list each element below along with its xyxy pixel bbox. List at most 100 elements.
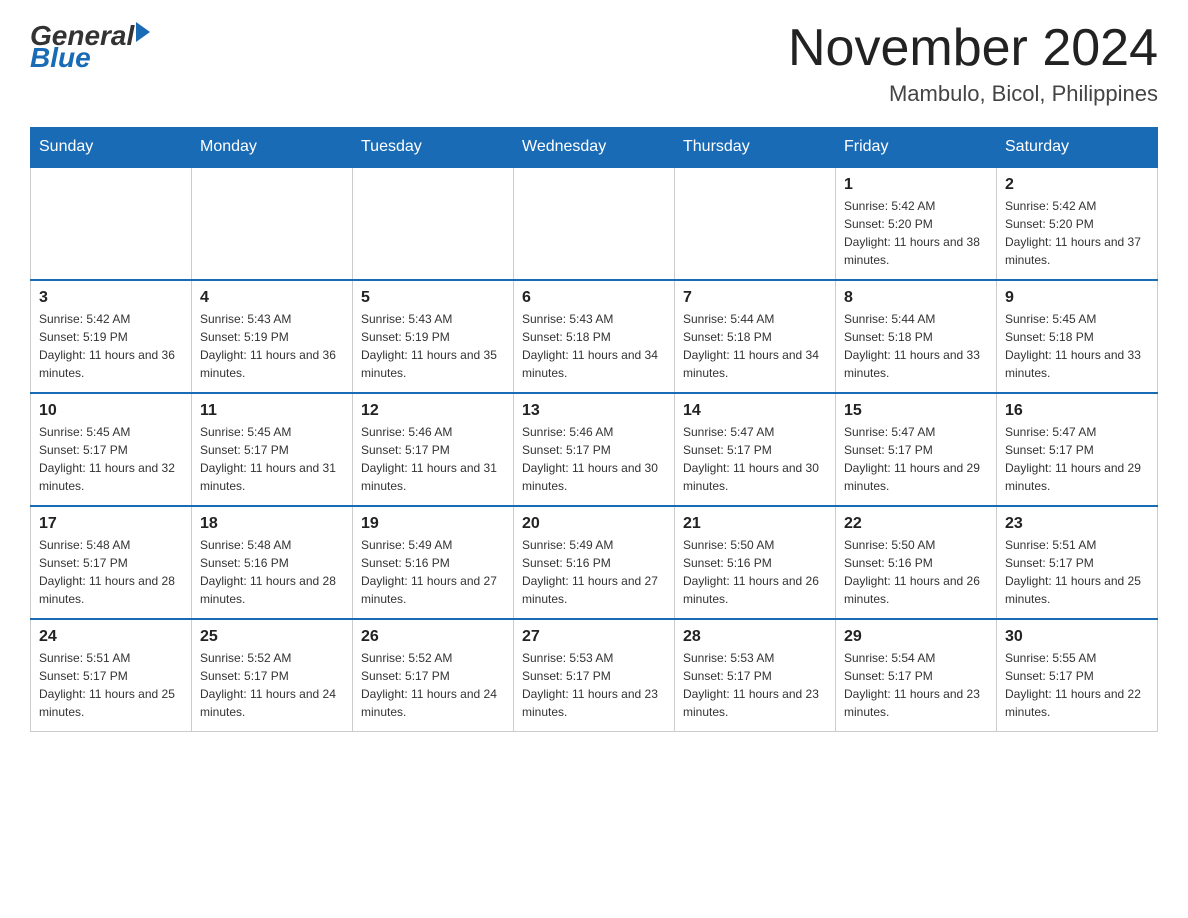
day-info: Sunrise: 5:44 AMSunset: 5:18 PMDaylight:… <box>683 310 827 382</box>
day-info: Sunrise: 5:43 AMSunset: 5:18 PMDaylight:… <box>522 310 666 382</box>
col-saturday: Saturday <box>997 128 1158 168</box>
day-cell: 3 Sunrise: 5:42 AMSunset: 5:19 PMDaylight… <box>31 280 192 393</box>
day-info: Sunrise: 5:50 AMSunset: 5:16 PMDaylight:… <box>683 536 827 608</box>
day-number: 15 <box>844 402 988 420</box>
day-cell: 26Sunrise: 5:52 AMSunset: 5:17 PMDayligh… <box>353 619 514 732</box>
week-row-4: 17 Sunrise: 5:48 AMSunset: 5:17 PMDayligh… <box>31 506 1158 619</box>
day-number: 8 <box>844 289 988 307</box>
day-number: 12 <box>361 402 505 420</box>
day-info: Sunrise: 5:46 AMSunset: 5:17 PMDaylight:… <box>361 423 505 495</box>
day-number: 3 <box>39 289 183 307</box>
day-cell: 28 Sunrise: 5:53 AMSunset: 5:17 PMDayligh… <box>675 619 836 732</box>
calendar-table: Sunday Monday Tuesday Wednesday Thursday… <box>30 127 1158 732</box>
week-row-1: 1 Sunrise: 5:42 AMSunset: 5:20 PMDaylight… <box>31 167 1158 280</box>
day-number: 2 <box>1005 176 1149 194</box>
month-title: November 2024 <box>788 20 1158 77</box>
day-info: Sunrise: 5:43 AMSunset: 5:19 PMDaylight:… <box>200 310 344 382</box>
day-cell <box>192 167 353 280</box>
day-cell: 1 Sunrise: 5:42 AMSunset: 5:20 PMDaylight… <box>836 167 997 280</box>
day-number: 1 <box>844 176 988 194</box>
day-cell: 18 Sunrise: 5:48 AMSunset: 5:16 PMDayligh… <box>192 506 353 619</box>
day-number: 24 <box>39 628 183 646</box>
day-number: 17 <box>39 515 183 533</box>
calendar-body: 1 Sunrise: 5:42 AMSunset: 5:20 PMDaylight… <box>31 167 1158 732</box>
location-subtitle: Mambulo, Bicol, Philippines <box>788 81 1158 107</box>
day-info: Sunrise: 5:53 AMSunset: 5:17 PMDaylight:… <box>683 649 827 721</box>
header: General Blue November 2024 Mambulo, Bico… <box>30 20 1158 107</box>
day-cell: 13 Sunrise: 5:46 AMSunset: 5:17 PMDayligh… <box>514 393 675 506</box>
day-cell: 4Sunrise: 5:43 AMSunset: 5:19 PMDaylight… <box>192 280 353 393</box>
day-info: Sunrise: 5:42 AMSunset: 5:20 PMDaylight:… <box>1005 197 1149 269</box>
day-cell <box>514 167 675 280</box>
day-info: Sunrise: 5:53 AMSunset: 5:17 PMDaylight:… <box>522 649 666 721</box>
day-info: Sunrise: 5:47 AMSunset: 5:17 PMDaylight:… <box>1005 423 1149 495</box>
day-cell: 20Sunrise: 5:49 AMSunset: 5:16 PMDayligh… <box>514 506 675 619</box>
day-info: Sunrise: 5:45 AMSunset: 5:17 PMDaylight:… <box>200 423 344 495</box>
day-number: 5 <box>361 289 505 307</box>
day-cell: 15 Sunrise: 5:47 AMSunset: 5:17 PMDayligh… <box>836 393 997 506</box>
day-cell: 22Sunrise: 5:50 AMSunset: 5:16 PMDayligh… <box>836 506 997 619</box>
header-row: Sunday Monday Tuesday Wednesday Thursday… <box>31 128 1158 168</box>
day-info: Sunrise: 5:45 AMSunset: 5:17 PMDaylight:… <box>39 423 183 495</box>
logo-blue-text: Blue <box>30 42 91 74</box>
day-info: Sunrise: 5:54 AMSunset: 5:17 PMDaylight:… <box>844 649 988 721</box>
day-cell <box>353 167 514 280</box>
col-sunday: Sunday <box>31 128 192 168</box>
day-cell: 30 Sunrise: 5:55 AMSunset: 5:17 PMDayligh… <box>997 619 1158 732</box>
day-info: Sunrise: 5:52 AMSunset: 5:17 PMDaylight:… <box>200 649 344 721</box>
day-cell: 9 Sunrise: 5:45 AMSunset: 5:18 PMDaylight… <box>997 280 1158 393</box>
day-info: Sunrise: 5:51 AMSunset: 5:17 PMDaylight:… <box>1005 536 1149 608</box>
col-monday: Monday <box>192 128 353 168</box>
col-wednesday: Wednesday <box>514 128 675 168</box>
calendar-header: Sunday Monday Tuesday Wednesday Thursday… <box>31 128 1158 168</box>
day-number: 18 <box>200 515 344 533</box>
col-thursday: Thursday <box>675 128 836 168</box>
day-cell <box>675 167 836 280</box>
day-cell: 17 Sunrise: 5:48 AMSunset: 5:17 PMDayligh… <box>31 506 192 619</box>
day-number: 28 <box>683 628 827 646</box>
day-info: Sunrise: 5:48 AMSunset: 5:17 PMDaylight:… <box>39 536 183 608</box>
day-number: 14 <box>683 402 827 420</box>
day-info: Sunrise: 5:44 AMSunset: 5:18 PMDaylight:… <box>844 310 988 382</box>
day-cell <box>31 167 192 280</box>
day-number: 29 <box>844 628 988 646</box>
day-number: 19 <box>361 515 505 533</box>
day-cell: 16Sunrise: 5:47 AMSunset: 5:17 PMDayligh… <box>997 393 1158 506</box>
week-row-5: 24 Sunrise: 5:51 AMSunset: 5:17 PMDayligh… <box>31 619 1158 732</box>
day-cell: 5Sunrise: 5:43 AMSunset: 5:19 PMDaylight… <box>353 280 514 393</box>
day-cell: 8 Sunrise: 5:44 AMSunset: 5:18 PMDaylight… <box>836 280 997 393</box>
day-number: 7 <box>683 289 827 307</box>
col-tuesday: Tuesday <box>353 128 514 168</box>
day-cell: 10 Sunrise: 5:45 AMSunset: 5:17 PMDayligh… <box>31 393 192 506</box>
day-info: Sunrise: 5:50 AMSunset: 5:16 PMDaylight:… <box>844 536 988 608</box>
day-info: Sunrise: 5:52 AMSunset: 5:17 PMDaylight:… <box>361 649 505 721</box>
day-cell: 19Sunrise: 5:49 AMSunset: 5:16 PMDayligh… <box>353 506 514 619</box>
week-row-3: 10 Sunrise: 5:45 AMSunset: 5:17 PMDayligh… <box>31 393 1158 506</box>
day-cell: 29 Sunrise: 5:54 AMSunset: 5:17 PMDayligh… <box>836 619 997 732</box>
day-info: Sunrise: 5:42 AMSunset: 5:19 PMDaylight:… <box>39 310 183 382</box>
day-cell: 25Sunrise: 5:52 AMSunset: 5:17 PMDayligh… <box>192 619 353 732</box>
day-cell: 2 Sunrise: 5:42 AMSunset: 5:20 PMDaylight… <box>997 167 1158 280</box>
day-info: Sunrise: 5:47 AMSunset: 5:17 PMDaylight:… <box>844 423 988 495</box>
logo-arrow-icon <box>136 22 150 42</box>
day-number: 10 <box>39 402 183 420</box>
day-number: 27 <box>522 628 666 646</box>
day-info: Sunrise: 5:51 AMSunset: 5:17 PMDaylight:… <box>39 649 183 721</box>
day-number: 30 <box>1005 628 1149 646</box>
title-area: November 2024 Mambulo, Bicol, Philippine… <box>788 20 1158 107</box>
day-info: Sunrise: 5:42 AMSunset: 5:20 PMDaylight:… <box>844 197 988 269</box>
day-cell: 14Sunrise: 5:47 AMSunset: 5:17 PMDayligh… <box>675 393 836 506</box>
day-cell: 21 Sunrise: 5:50 AMSunset: 5:16 PMDayligh… <box>675 506 836 619</box>
day-info: Sunrise: 5:55 AMSunset: 5:17 PMDaylight:… <box>1005 649 1149 721</box>
day-number: 20 <box>522 515 666 533</box>
day-number: 9 <box>1005 289 1149 307</box>
day-cell: 7 Sunrise: 5:44 AMSunset: 5:18 PMDaylight… <box>675 280 836 393</box>
logo: General Blue <box>30 20 150 74</box>
week-row-2: 3 Sunrise: 5:42 AMSunset: 5:19 PMDaylight… <box>31 280 1158 393</box>
day-number: 21 <box>683 515 827 533</box>
day-info: Sunrise: 5:48 AMSunset: 5:16 PMDaylight:… <box>200 536 344 608</box>
day-number: 13 <box>522 402 666 420</box>
day-info: Sunrise: 5:46 AMSunset: 5:17 PMDaylight:… <box>522 423 666 495</box>
day-cell: 12 Sunrise: 5:46 AMSunset: 5:17 PMDayligh… <box>353 393 514 506</box>
day-info: Sunrise: 5:45 AMSunset: 5:18 PMDaylight:… <box>1005 310 1149 382</box>
